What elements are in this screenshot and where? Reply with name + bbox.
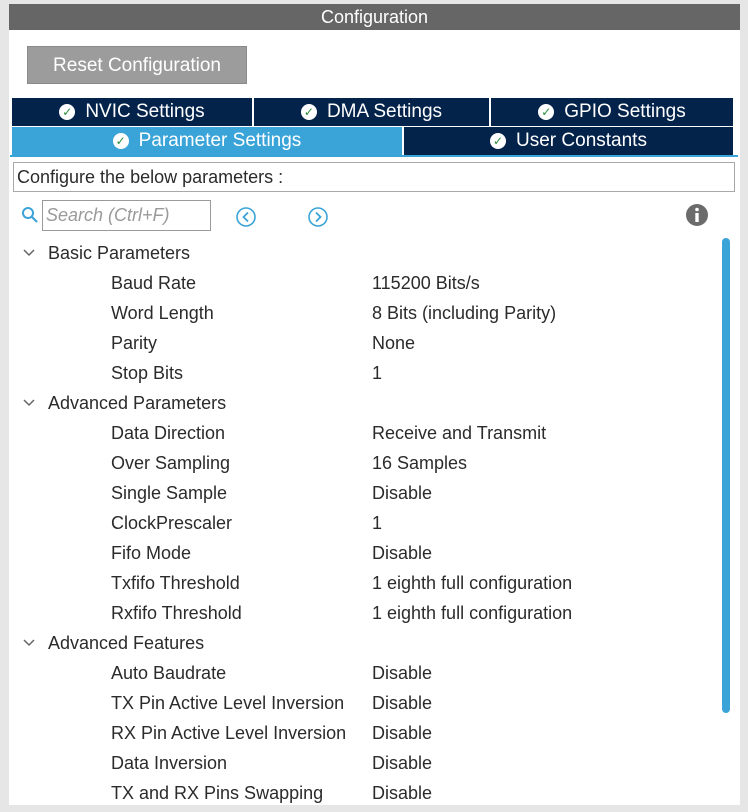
param-value[interactable]: 1 (372, 358, 382, 388)
param-label: Over Sampling (111, 453, 231, 473)
chevron-down-icon[interactable] (21, 628, 37, 658)
param-value[interactable]: None (372, 328, 415, 358)
chevron-down-icon[interactable] (21, 238, 37, 268)
tab-underline (10, 155, 738, 157)
tab-label: User Constants (516, 130, 647, 151)
param-row[interactable]: Single Sample Disable (9, 478, 721, 508)
param-label: Data Inversion (111, 753, 228, 773)
check-icon: ✓ (538, 104, 555, 120)
tab-label: Parameter Settings (138, 130, 302, 151)
param-row[interactable]: ClockPrescaler 1 (9, 508, 721, 538)
tab-nvic-settings[interactable]: ✓ NVIC Settings (12, 98, 252, 126)
param-label: Stop Bits (111, 363, 184, 383)
param-row[interactable]: Fifo Mode Disable (9, 538, 721, 568)
group-advanced-features[interactable]: Advanced Features (9, 628, 721, 658)
group-basic-parameters[interactable]: Basic Parameters (9, 238, 721, 268)
param-row[interactable]: Data Direction Receive and Transmit (9, 418, 721, 448)
param-value[interactable]: Disable (372, 718, 432, 748)
param-label: Fifo Mode (111, 543, 192, 563)
param-row[interactable]: Txfifo Threshold 1 eighth full configura… (9, 568, 721, 598)
param-label: Auto Baudrate (111, 663, 227, 683)
param-label: RX Pin Active Level Inversion (111, 723, 347, 743)
param-row[interactable]: Parity None (9, 328, 721, 358)
chevron-down-icon[interactable] (21, 388, 37, 418)
param-value[interactable]: Disable (372, 478, 432, 508)
param-value[interactable]: Disable (372, 748, 432, 778)
param-row[interactable]: TX and RX Pins Swapping Disable (9, 778, 721, 805)
window-title: Configuration (9, 4, 740, 30)
vertical-scrollbar-thumb[interactable] (722, 238, 730, 713)
param-row[interactable]: TX Pin Active Level Inversion Disable (9, 688, 721, 718)
param-row[interactable]: Rxfifo Threshold 1 eighth full configura… (9, 598, 721, 628)
check-icon: ✓ (112, 133, 129, 149)
param-label: TX and RX Pins Swapping (111, 783, 324, 803)
tab-gpio-settings[interactable]: ✓ GPIO Settings (491, 98, 733, 126)
tab-label: NVIC Settings (85, 101, 205, 122)
tab-label: GPIO Settings (564, 101, 686, 122)
param-row[interactable]: Over Sampling 16 Samples (9, 448, 721, 478)
tab-label: DMA Settings (326, 101, 443, 122)
param-value[interactable]: 1 eighth full configuration (372, 568, 572, 598)
param-label: Parity (111, 333, 158, 353)
param-label: Single Sample (111, 483, 228, 503)
param-label: Baud Rate (111, 273, 197, 293)
param-value[interactable]: 1 (372, 508, 382, 538)
previous-match-icon[interactable] (235, 206, 257, 228)
check-icon: ✓ (59, 104, 76, 120)
search-icon (22, 207, 38, 223)
param-label: Txfifo Threshold (111, 573, 240, 593)
check-icon: ✓ (300, 104, 317, 120)
tab-parameter-settings[interactable]: ✓ Parameter Settings (12, 127, 402, 155)
next-match-icon[interactable] (307, 206, 329, 228)
param-label: Rxfifo Threshold (111, 603, 242, 623)
param-row[interactable]: Data Inversion Disable (9, 748, 721, 778)
info-icon[interactable] (685, 203, 709, 227)
tab-dma-settings[interactable]: ✓ DMA Settings (254, 98, 489, 126)
param-value[interactable]: Receive and Transmit (372, 418, 546, 448)
param-label: Word Length (111, 303, 214, 323)
group-label: Advanced Parameters (48, 393, 227, 413)
param-label: TX Pin Active Level Inversion (111, 693, 345, 713)
param-row[interactable]: Word Length 8 Bits (including Parity) (9, 298, 721, 328)
reset-configuration-button[interactable]: Reset Configuration (27, 46, 247, 84)
configuration-panel: Reset Configuration ✓ NVIC Settings ✓ DM… (9, 30, 740, 805)
param-row[interactable]: Baud Rate 115200 Bits/s (9, 268, 721, 298)
param-value[interactable]: Disable (372, 778, 432, 805)
param-value[interactable]: 115200 Bits/s (372, 268, 480, 298)
description-text: Configure the below parameters : (13, 162, 735, 192)
param-label: ClockPrescaler (111, 513, 233, 533)
param-row[interactable]: Auto Baudrate Disable (9, 658, 721, 688)
group-advanced-parameters[interactable]: Advanced Parameters (9, 388, 721, 418)
search-input[interactable]: Search (Ctrl+F) (42, 200, 211, 231)
param-value[interactable]: Disable (372, 658, 432, 688)
param-row[interactable]: RX Pin Active Level Inversion Disable (9, 718, 721, 748)
param-value[interactable]: 1 eighth full configuration (372, 598, 572, 628)
tab-user-constants[interactable]: ✓ User Constants (404, 127, 733, 155)
group-label: Advanced Features (48, 633, 205, 653)
param-row[interactable]: Stop Bits 1 (9, 358, 721, 388)
check-icon: ✓ (490, 133, 507, 149)
param-value[interactable]: 8 Bits (including Parity) (372, 298, 556, 328)
param-value[interactable]: Disable (372, 688, 432, 718)
param-label: Data Direction (111, 423, 226, 443)
param-value[interactable]: 16 Samples (372, 448, 467, 478)
param-value[interactable]: Disable (372, 538, 432, 568)
group-label: Basic Parameters (48, 243, 191, 263)
